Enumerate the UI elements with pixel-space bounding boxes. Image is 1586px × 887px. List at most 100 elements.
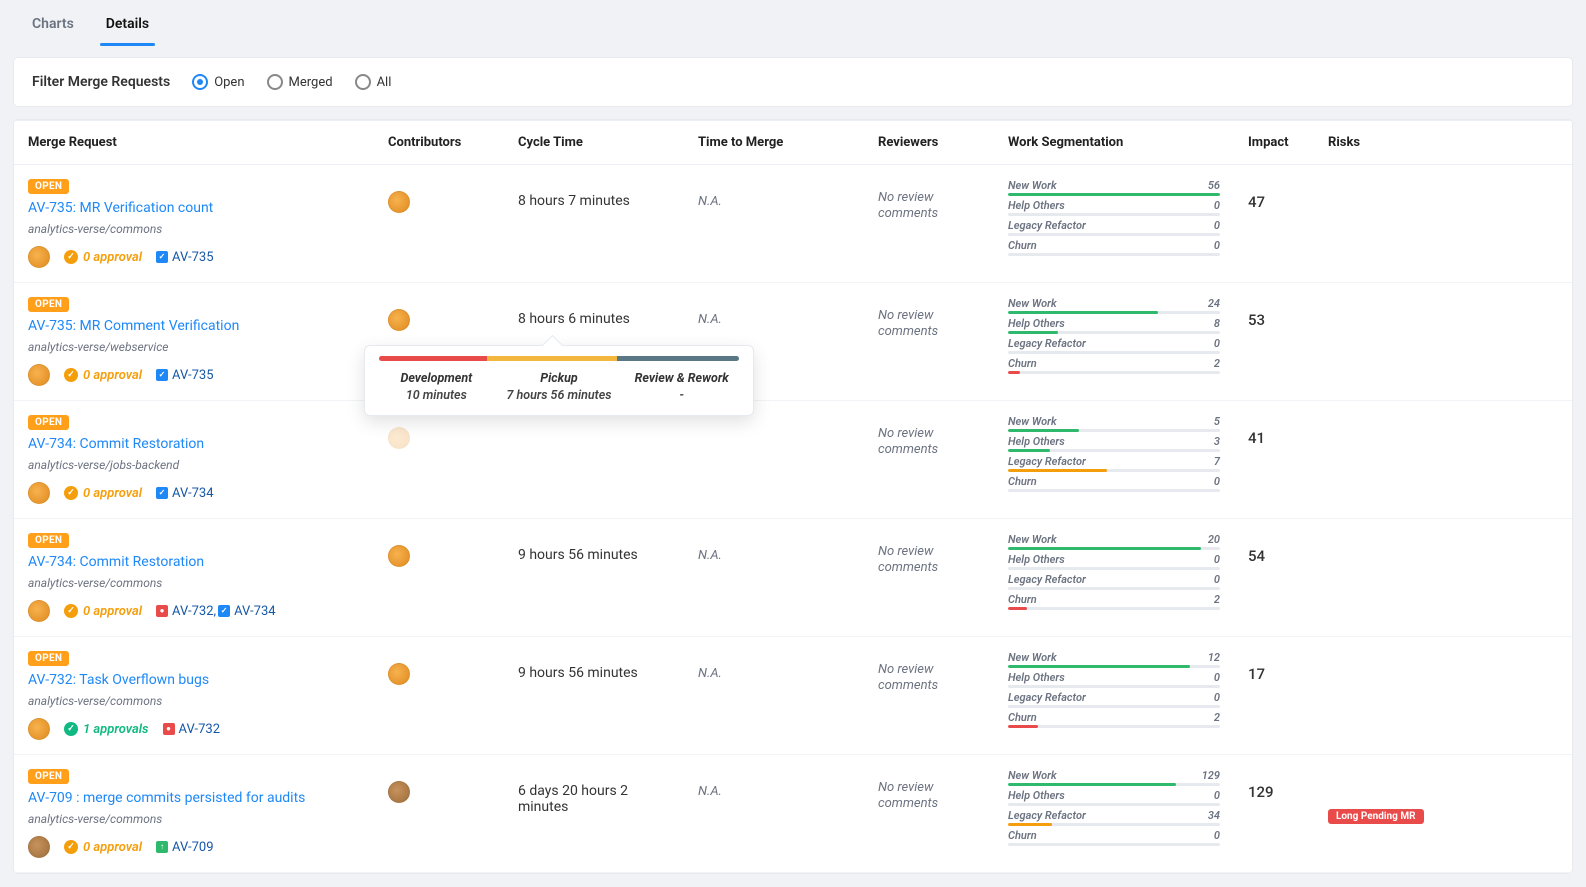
risk-badge[interactable]: Long Pending MR: [1328, 809, 1424, 824]
seg-label: Help Others: [1008, 199, 1065, 212]
approval-indicator[interactable]: ✓0 approval: [64, 250, 142, 265]
issue-links: ✓AV-735: [156, 250, 213, 265]
mr-repo: analytics-verse/commons: [28, 694, 360, 708]
issue-link[interactable]: ✓AV-734: [156, 486, 213, 501]
seg-label: Help Others: [1008, 435, 1065, 448]
col-cycle-time[interactable]: Cycle Time: [504, 121, 684, 165]
impact-value: 53: [1248, 311, 1265, 329]
seg-value: 24: [1208, 297, 1220, 310]
table-row: OPENAV-735: MR Comment Verificationanaly…: [14, 283, 1572, 401]
issue-link[interactable]: ●AV-732: [163, 722, 220, 737]
work-segmentation: New Work5Help Others3Legacy Refactor7Chu…: [1008, 415, 1220, 492]
reviewers-value: No review comments: [878, 544, 938, 575]
filter-label: Filter Merge Requests: [32, 74, 170, 90]
approval-text: 0 approval: [83, 368, 142, 383]
author-avatar[interactable]: [28, 600, 50, 622]
issue-label: AV-709: [172, 840, 213, 855]
seg-label: Help Others: [1008, 789, 1065, 802]
approval-indicator[interactable]: ✓1 approvals: [64, 722, 149, 737]
author-avatar[interactable]: [28, 364, 50, 386]
contributor-avatar[interactable]: [388, 309, 410, 331]
approval-indicator[interactable]: ✓0 approval: [64, 486, 142, 501]
mr-title-link[interactable]: AV-734: Commit Restoration: [28, 436, 360, 452]
mr-title-link[interactable]: AV-734: Commit Restoration: [28, 554, 360, 570]
issue-links: ✓AV-734: [156, 486, 213, 501]
filter-radio-merged[interactable]: Merged: [267, 74, 333, 90]
col-time-to-merge[interactable]: Time to Merge: [684, 121, 864, 165]
seg-label: Legacy Refactor: [1008, 573, 1086, 586]
seg-label: Help Others: [1008, 553, 1065, 566]
col-impact[interactable]: Impact: [1234, 121, 1314, 165]
status-badge-open: OPEN: [28, 769, 69, 784]
issue-link[interactable]: ✓AV-735: [156, 368, 213, 383]
author-avatar[interactable]: [28, 718, 50, 740]
mr-title-link[interactable]: AV-732: Task Overflown bugs: [28, 672, 360, 688]
contributor-avatar[interactable]: [388, 663, 410, 685]
author-avatar[interactable]: [28, 836, 50, 858]
col-risks[interactable]: Risks: [1314, 121, 1572, 165]
cycle-time-value: 6 days 20 hours 2 minutes: [504, 755, 684, 873]
cycle-time-value: 9 hours 56 minutes: [504, 637, 684, 755]
mr-repo: analytics-verse/jobs-backend: [28, 458, 360, 472]
seg-label: Legacy Refactor: [1008, 219, 1086, 232]
seg-value: 0: [1214, 691, 1220, 704]
seg-label: Help Others: [1008, 671, 1065, 684]
seg-value: 12: [1208, 651, 1220, 664]
seg-value: 2: [1214, 711, 1220, 724]
approval-text: 0 approval: [83, 840, 142, 855]
seg-label: Legacy Refactor: [1008, 691, 1086, 704]
reviewers-value: No review comments: [878, 780, 938, 811]
tooltip-phase-title: Development: [379, 371, 494, 386]
work-segmentation: New Work56Help Others0Legacy Refactor0Ch…: [1008, 179, 1220, 256]
col-merge-request[interactable]: Merge Request: [14, 121, 374, 165]
mr-title-link[interactable]: AV-735: MR Verification count: [28, 200, 360, 216]
status-badge-open: OPEN: [28, 179, 69, 194]
issue-type-icon: ✓: [156, 369, 168, 381]
seg-value: 3: [1214, 435, 1220, 448]
impact-value: 17: [1248, 665, 1265, 683]
seg-value: 129: [1202, 769, 1220, 782]
col-work-segmentation[interactable]: Work Segmentation: [994, 121, 1234, 165]
mr-title-link[interactable]: AV-709 : merge commits persisted for aud…: [28, 790, 360, 806]
time-to-merge-value: N.A.: [698, 666, 722, 681]
issue-type-icon: ✓: [156, 487, 168, 499]
table-row: OPENAV-732: Task Overflown bugsanalytics…: [14, 637, 1572, 755]
check-circle-icon: ✓: [64, 604, 78, 618]
mr-title-link[interactable]: AV-735: MR Comment Verification: [28, 318, 360, 334]
seg-value: 0: [1214, 475, 1220, 488]
mr-table: Merge Request Contributors Cycle Time Ti…: [14, 120, 1572, 873]
seg-value: 5: [1214, 415, 1220, 428]
approval-indicator[interactable]: ✓0 approval: [64, 840, 142, 855]
col-reviewers[interactable]: Reviewers: [864, 121, 994, 165]
seg-label: Legacy Refactor: [1008, 455, 1086, 468]
approval-text: 0 approval: [83, 486, 142, 501]
contributor-avatar[interactable]: [388, 545, 410, 567]
seg-label: New Work: [1008, 769, 1057, 782]
author-avatar[interactable]: [28, 482, 50, 504]
table-row: OPEN AV-709 : merge commits persisted for…: [14, 755, 1572, 873]
seg-label: Help Others: [1008, 317, 1065, 330]
contributor-avatar[interactable]: [388, 191, 410, 213]
seg-value: 0: [1214, 789, 1220, 802]
reviewers-value: No review comments: [878, 190, 938, 221]
approval-indicator[interactable]: ✓0 approval: [64, 604, 142, 619]
approval-indicator[interactable]: ✓ 0 approval: [64, 368, 142, 383]
work-segmentation: New Work20Help Others0Legacy Refactor0Ch…: [1008, 533, 1220, 610]
issue-link[interactable]: ↑AV-709: [156, 840, 213, 855]
author-avatar[interactable]: [28, 246, 50, 268]
reviewers-value: No review comments: [878, 308, 938, 339]
filter-radio-open[interactable]: Open: [192, 74, 244, 90]
tooltip-phase-value: -: [624, 388, 739, 403]
issue-link[interactable]: ✓AV-735: [156, 250, 213, 265]
col-contributors[interactable]: Contributors: [374, 121, 504, 165]
radio-dot-icon: [355, 74, 371, 90]
contributor-avatar[interactable]: [388, 427, 410, 449]
cycle-time-value: 9 hours 56 minutes: [504, 519, 684, 637]
issue-link[interactable]: ✓AV-734: [218, 604, 275, 619]
tab-details[interactable]: Details: [104, 10, 151, 44]
filter-radio-all[interactable]: All: [355, 74, 392, 90]
issue-link[interactable]: ●AV-732,: [156, 604, 216, 619]
check-circle-icon: ✓: [64, 368, 78, 382]
tab-charts[interactable]: Charts: [30, 10, 76, 44]
contributor-avatar[interactable]: [388, 781, 410, 803]
